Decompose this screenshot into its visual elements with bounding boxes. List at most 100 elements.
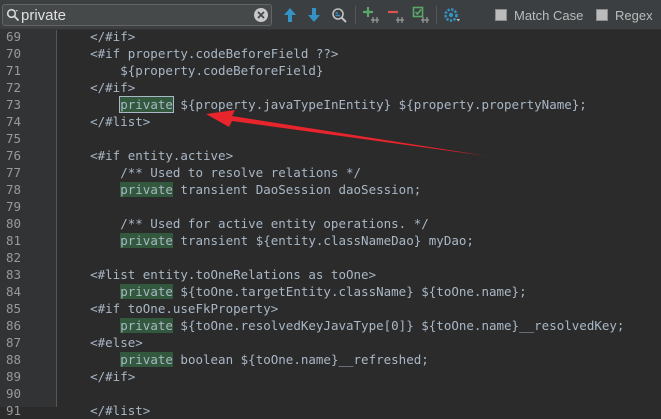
code-segment: ${property.javaTypeInEntity} ${property.… <box>172 97 587 112</box>
find-usages-icon[interactable] <box>330 6 348 24</box>
line-number: 77 <box>5 165 21 180</box>
search-match: private <box>120 182 173 197</box>
code-segment: transient ${entity.classNameDao} myDao; <box>172 233 474 248</box>
regex-checkbox[interactable] <box>596 9 608 21</box>
code-text: <#if entity.active> <box>60 147 233 164</box>
code-line[interactable]: 79 <box>0 198 661 215</box>
code-line[interactable]: 82 <box>0 249 661 266</box>
code-text: </#if> <box>60 79 135 96</box>
code-line[interactable]: 77 /** Used to resolve relations */ <box>0 164 661 181</box>
line-number: 70 <box>5 46 21 61</box>
line-number: 90 <box>5 386 21 401</box>
select-all-occurrences-icon[interactable] <box>412 6 430 24</box>
settings-icon[interactable] <box>443 6 461 24</box>
line-number: 71 <box>5 63 21 78</box>
code-segment: <#else> <box>60 335 143 350</box>
code-line[interactable]: 86 private ${toOne.resolvedKeyJavaType[0… <box>0 317 661 334</box>
line-number: 86 <box>5 318 21 333</box>
code-segment: ${property.codeBeforeField} <box>60 63 324 78</box>
code-line[interactable]: 76 <#if entity.active> <box>0 147 661 164</box>
clear-icon[interactable] <box>253 7 269 23</box>
arrow-up-icon[interactable] <box>281 6 299 24</box>
code-text: private ${property.javaTypeInEntity} ${p… <box>60 96 587 113</box>
code-line[interactable]: 70 <#if property.codeBeforeField ??> <box>0 45 661 62</box>
line-number: 83 <box>5 267 21 282</box>
code-segment: <#list entity.toOneRelations as toOne> <box>60 267 377 282</box>
code-line[interactable]: 73 private ${property.javaTypeInEntity} … <box>0 96 661 113</box>
search-match: private <box>120 284 173 299</box>
code-line[interactable]: 91 </#list> <box>0 402 661 419</box>
code-segment: ${toOne.resolvedKeyJavaType[0]} ${toOne.… <box>172 318 625 333</box>
line-number: 91 <box>5 403 21 418</box>
code-line[interactable]: 81 private transient ${entity.classNameD… <box>0 232 661 249</box>
search-match: private <box>120 352 173 367</box>
code-text: <#else> <box>60 334 143 351</box>
line-number: 80 <box>5 216 21 231</box>
code-line[interactable]: 89 </#if> <box>0 368 661 385</box>
match-case-option[interactable]: Match Case <box>495 7 583 23</box>
search-input[interactable] <box>21 6 251 24</box>
code-segment: ${toOne.targetEntity.className} ${toOne.… <box>172 284 527 299</box>
code-segment: </#if> <box>60 29 136 44</box>
line-number: 73 <box>5 97 21 112</box>
line-number: 88 <box>5 352 21 367</box>
code-line[interactable]: 72 </#if> <box>0 79 661 96</box>
toolbar-separator <box>355 6 356 24</box>
code-line[interactable]: 88 private boolean ${toOne.name}__refres… <box>0 351 661 368</box>
add-occurrence-icon[interactable] <box>362 6 380 24</box>
code-text: private ${toOne.resolvedKeyJavaType[0]} … <box>60 317 624 334</box>
code-line[interactable]: 83 <#list entity.toOneRelations as toOne… <box>0 266 661 283</box>
code-line[interactable]: 75 <box>0 130 661 147</box>
match-case-checkbox[interactable] <box>495 9 507 21</box>
code-segment: </#list> <box>60 114 151 129</box>
match-case-label: Match Case <box>514 7 584 23</box>
code-line[interactable]: 80 /** Used for active entity operations… <box>0 215 661 232</box>
current-search-match: private <box>119 96 174 113</box>
code-text: </#if> <box>60 368 135 385</box>
code-segment: </#if> <box>60 80 136 95</box>
code-line[interactable]: 85 <#if toOne.useFkProperty> <box>0 300 661 317</box>
line-number: 85 <box>5 301 21 316</box>
code-text: private transient DaoSession daoSession; <box>60 181 421 198</box>
arrow-down-icon[interactable] <box>305 6 323 24</box>
code-text: ${property.codeBeforeField} <box>60 62 323 79</box>
search-icon[interactable] <box>6 8 20 22</box>
code-segment: </#if> <box>60 369 136 384</box>
code-line[interactable]: 71 ${property.codeBeforeField} <box>0 62 661 79</box>
find-toolbar: Match Case Regex <box>0 0 661 30</box>
code-editor[interactable]: 69 </#if> 70 <#if property.codeBeforeFiel… <box>0 28 661 418</box>
code-line[interactable]: 69 </#if> <box>0 28 661 45</box>
code-line[interactable]: 90 <box>0 385 661 402</box>
line-number: 87 <box>5 335 21 350</box>
code-text: <#list entity.toOneRelations as toOne> <box>60 266 376 283</box>
search-match: private <box>120 318 173 333</box>
code-segment: <#if toOne.useFkProperty> <box>60 301 279 316</box>
code-line[interactable]: 87 <#else> <box>0 334 661 351</box>
code-segment: /** Used to resolve relations */ <box>60 165 362 180</box>
code-line[interactable]: 74 </#list> <box>0 113 661 130</box>
code-segment: boolean ${toOne.name}__refreshed; <box>172 352 429 367</box>
code-line[interactable]: 84 private ${toOne.targetEntity.classNam… <box>0 283 661 300</box>
code-line[interactable]: 78 private transient DaoSession daoSessi… <box>0 181 661 198</box>
line-number: 84 <box>5 284 21 299</box>
code-text: </#list> <box>60 113 150 130</box>
code-text: </#list> <box>60 402 150 419</box>
remove-occurrence-icon[interactable] <box>387 6 405 24</box>
code-text: </#if> <box>60 28 135 45</box>
regex-label: Regex <box>615 7 653 23</box>
line-number: 72 <box>5 80 21 95</box>
code-segment: /** Used for active entity operations. *… <box>60 216 429 231</box>
code-segment: </#list> <box>60 403 151 418</box>
code-text: /** Used for active entity operations. *… <box>60 215 429 232</box>
line-number: 82 <box>5 250 21 265</box>
line-number: 74 <box>5 114 21 129</box>
line-number: 69 <box>5 29 21 44</box>
code-text: /** Used to resolve relations */ <box>60 164 361 181</box>
line-number: 79 <box>5 199 21 214</box>
regex-option[interactable]: Regex <box>596 7 653 23</box>
